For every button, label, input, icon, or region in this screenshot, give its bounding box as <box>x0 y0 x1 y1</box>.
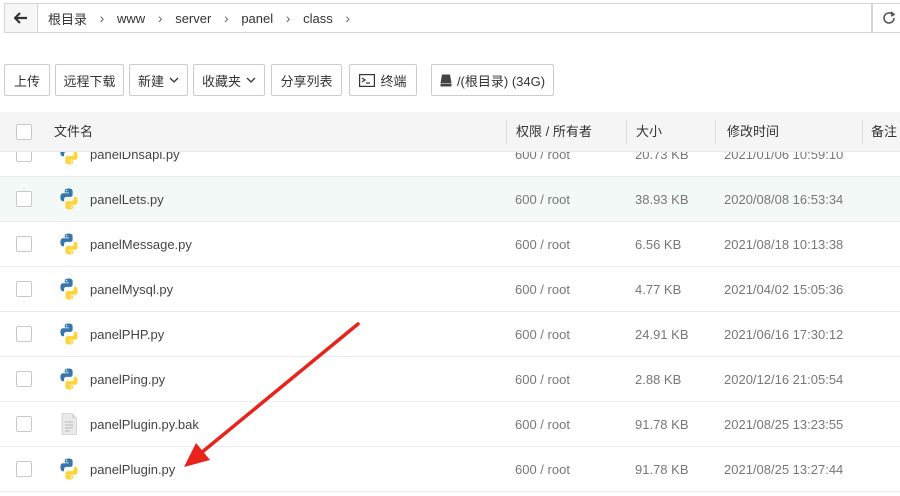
file-mtime: 2021/08/18 10:13:38 <box>724 237 844 252</box>
row-checkbox[interactable] <box>16 416 32 432</box>
breadcrumb-item-server[interactable]: server › <box>173 10 239 26</box>
table-row[interactable]: panelMysql.py 600 / root 4.77 KB 2021/04/02… <box>0 267 900 312</box>
python-icon <box>57 277 81 301</box>
python-icon <box>57 457 81 481</box>
python-icon <box>57 232 81 256</box>
column-header-name[interactable]: 文件名 <box>54 112 93 152</box>
refresh-button[interactable] <box>872 3 900 33</box>
file-permission[interactable]: 600 / root <box>515 222 570 267</box>
breadcrumb-item-panel[interactable]: panel › <box>239 10 301 26</box>
file-permission[interactable]: 600 / root <box>515 402 570 447</box>
row-checkbox[interactable] <box>16 236 32 252</box>
row-checkbox[interactable] <box>16 326 32 342</box>
file-toolbar: 上传 远程下载 新建 收藏夹 分享列表 终端 /(根目录) (34G) <box>0 64 900 96</box>
file-size: 4.77 KB <box>635 282 682 297</box>
column-divider[interactable] <box>715 120 716 144</box>
table-row[interactable]: panelPHP.py 600 / root 24.91 KB 2021/06/16 … <box>0 312 900 357</box>
table-row[interactable]: panelPlugin.py 600 / root 91.78 KB 2021/08/… <box>0 447 900 492</box>
arrow-left-icon <box>14 12 27 24</box>
chevron-right-icon: › <box>157 10 163 26</box>
file-mtime: 2021/01/06 10:59:10 <box>724 152 844 162</box>
table-row[interactable]: panelPlugin.py.bak 600 / root 91.78 KB 2021… <box>0 402 900 447</box>
file-mtime: 2021/04/02 15:05:36 <box>724 282 844 297</box>
favorites-dropdown-button[interactable]: 收藏夹 <box>193 64 265 96</box>
file-size: 6.56 KB <box>635 237 682 252</box>
breadcrumb-item-root[interactable]: 根目录 › <box>46 9 115 28</box>
breadcrumb: 根目录 › www › server › panel › class › <box>38 3 872 33</box>
file-size: 2.88 KB <box>635 372 682 387</box>
file-name[interactable]: panelPlugin.py.bak <box>90 402 199 447</box>
column-divider[interactable] <box>626 120 627 144</box>
chevron-down-icon <box>169 77 179 83</box>
file-table-header: 文件名 权限 / 所有者 大小 修改时间 备注 <box>0 112 900 152</box>
column-header-note[interactable]: 备注 <box>871 112 897 152</box>
file-name[interactable]: panelPlugin.py <box>90 447 175 492</box>
back-button[interactable] <box>4 3 38 33</box>
table-row[interactable]: panelDnsapi.py 600 / root 20.73 KB 2021/01/… <box>0 152 900 177</box>
file-size: 20.73 KB <box>635 152 689 162</box>
table-row[interactable]: panelLets.py 600 / root 38.93 KB 2020/08/08… <box>0 177 900 222</box>
file-size: 91.78 KB <box>635 462 689 477</box>
file-size: 38.93 KB <box>635 192 689 207</box>
file-name[interactable]: panelDnsapi.py <box>90 152 180 177</box>
document-icon <box>57 412 81 436</box>
python-icon <box>57 187 81 211</box>
file-permission[interactable]: 600 / root <box>515 267 570 312</box>
chevron-down-icon <box>246 77 256 83</box>
file-size: 24.91 KB <box>635 327 689 342</box>
column-divider[interactable] <box>506 120 507 144</box>
table-row[interactable]: panelMessage.py 600 / root 6.56 KB 2021/08/… <box>0 222 900 267</box>
row-checkbox[interactable] <box>16 371 32 387</box>
file-size: 91.78 KB <box>635 417 689 432</box>
file-permission[interactable]: 600 / root <box>515 447 570 492</box>
file-mtime: 2020/08/08 16:53:34 <box>724 192 844 207</box>
row-checkbox[interactable] <box>16 191 32 207</box>
python-icon <box>57 367 81 391</box>
row-checkbox[interactable] <box>16 152 32 162</box>
column-header-mtime[interactable]: 修改时间 <box>727 112 779 152</box>
chevron-right-icon: › <box>285 10 291 26</box>
column-header-permission[interactable]: 权限 / 所有者 <box>516 112 592 152</box>
python-icon <box>57 152 81 166</box>
chevron-right-icon: › <box>99 10 105 26</box>
column-divider[interactable] <box>862 120 863 144</box>
remote-download-button[interactable]: 远程下载 <box>55 64 124 96</box>
file-list: panelDnsapi.py 600 / root 20.73 KB 2021/01/… <box>0 152 900 496</box>
file-mtime: 2021/06/16 17:30:12 <box>724 327 844 342</box>
file-permission[interactable]: 600 / root <box>515 177 570 222</box>
table-row[interactable]: panelPing.py 600 / root 2.88 KB 2020/12/16 … <box>0 357 900 402</box>
disk-icon <box>440 74 452 86</box>
file-mtime: 2021/08/25 13:27:44 <box>724 462 844 477</box>
breadcrumb-item-www[interactable]: www › <box>115 10 173 26</box>
upload-button[interactable]: 上传 <box>4 64 50 96</box>
chevron-right-icon: › <box>223 10 229 26</box>
file-permission[interactable]: 600 / root <box>515 152 570 177</box>
breadcrumb-item-class[interactable]: class › <box>301 10 361 26</box>
file-name[interactable]: panelMysql.py <box>90 267 173 312</box>
python-icon <box>57 322 81 346</box>
terminal-button[interactable]: 终端 <box>349 64 417 96</box>
row-checkbox[interactable] <box>16 281 32 297</box>
chevron-right-icon: › <box>345 10 351 26</box>
column-header-size[interactable]: 大小 <box>636 112 662 152</box>
file-name[interactable]: panelMessage.py <box>90 222 192 267</box>
refresh-icon <box>883 11 896 24</box>
share-list-button[interactable]: 分享列表 <box>271 64 342 96</box>
file-name[interactable]: panelLets.py <box>90 177 164 222</box>
file-name[interactable]: panelPing.py <box>90 357 165 402</box>
disk-button[interactable]: /(根目录) (34G) <box>431 64 554 96</box>
file-permission[interactable]: 600 / root <box>515 357 570 402</box>
file-mtime: 2021/08/25 13:23:55 <box>724 417 844 432</box>
new-dropdown-button[interactable]: 新建 <box>129 64 188 96</box>
file-name[interactable]: panelPHP.py <box>90 312 164 357</box>
select-all-checkbox[interactable] <box>16 124 32 140</box>
terminal-icon <box>359 73 376 87</box>
row-checkbox[interactable] <box>16 461 32 477</box>
file-permission[interactable]: 600 / root <box>515 312 570 357</box>
address-bar: 根目录 › www › server › panel › class › <box>0 0 900 37</box>
file-mtime: 2020/12/16 21:05:54 <box>724 372 844 387</box>
